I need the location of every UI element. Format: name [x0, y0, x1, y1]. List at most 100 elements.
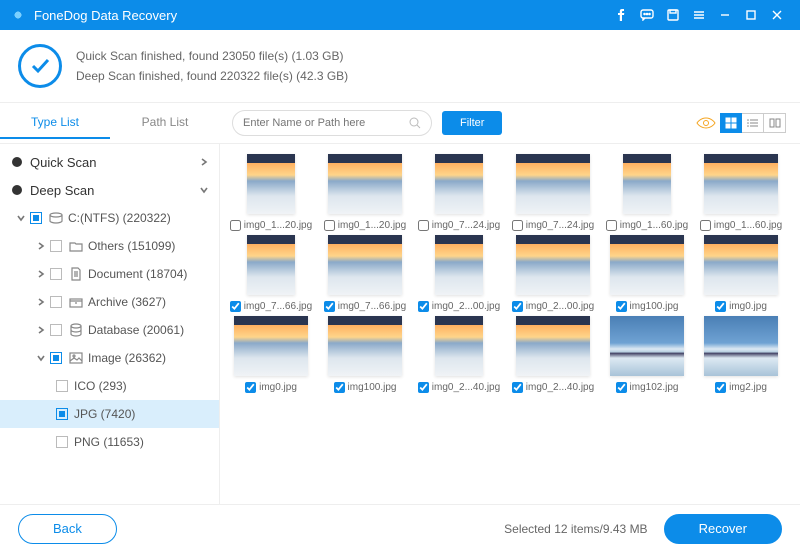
file-checkbox[interactable] — [418, 382, 429, 393]
recover-button[interactable]: Recover — [664, 514, 782, 544]
tree-database[interactable]: Database (20061) — [0, 316, 219, 344]
thumbnail[interactable] — [328, 316, 402, 376]
file-card[interactable]: img2.jpg — [696, 316, 786, 393]
tree-ico[interactable]: ICO (293) — [0, 372, 219, 400]
file-card[interactable]: img0_7...24.jpg — [508, 154, 598, 231]
thumbnail[interactable] — [516, 316, 590, 376]
file-checkbox[interactable] — [324, 220, 335, 231]
chevron-right-icon[interactable] — [34, 326, 48, 334]
chevron-down-icon[interactable] — [34, 354, 48, 362]
tree-archive[interactable]: Archive (3627) — [0, 288, 219, 316]
file-checkbox[interactable] — [418, 301, 429, 312]
tree-png[interactable]: PNG (11653) — [0, 428, 219, 456]
thumbnail[interactable] — [516, 154, 590, 214]
file-checkbox[interactable] — [616, 382, 627, 393]
tree-image[interactable]: Image (26362) — [0, 344, 219, 372]
file-name: img0_2...40.jpg — [526, 382, 594, 393]
file-card[interactable]: img102.jpg — [602, 316, 692, 393]
thumbnail[interactable] — [516, 235, 590, 295]
view-list-icon[interactable] — [742, 113, 764, 133]
thumbnail[interactable] — [704, 154, 778, 214]
file-card[interactable]: img0_7...24.jpg — [414, 154, 504, 231]
thumbnail[interactable] — [435, 316, 483, 376]
file-checkbox[interactable] — [512, 220, 523, 231]
view-detail-icon[interactable] — [764, 113, 786, 133]
scan-status: Quick Scan finished, found 23050 file(s)… — [0, 30, 800, 103]
back-button[interactable]: Back — [18, 514, 117, 544]
thumbnail[interactable] — [247, 235, 295, 295]
chevron-down-icon[interactable] — [14, 214, 28, 222]
file-card[interactable]: img0_1...60.jpg — [602, 154, 692, 231]
tree-jpg[interactable]: JPG (7420) — [0, 400, 219, 428]
tree-quick-scan[interactable]: Quick Scan — [0, 148, 219, 176]
view-grid-icon[interactable] — [720, 113, 742, 133]
file-checkbox[interactable] — [512, 301, 523, 312]
thumbnail[interactable] — [610, 235, 684, 295]
thumbnail-grid: img0_1...20.jpgimg0_1...20.jpgimg0_7...2… — [220, 144, 800, 504]
tree-deep-scan[interactable]: Deep Scan — [0, 176, 219, 204]
chevron-right-icon[interactable] — [197, 158, 211, 166]
thumbnail[interactable] — [610, 316, 684, 376]
deep-scan-status: Deep Scan finished, found 220322 file(s)… — [76, 66, 348, 86]
footer: Back Selected 12 items/9.43 MB Recover — [0, 504, 800, 552]
thumbnail[interactable] — [247, 154, 295, 214]
tab-type-list[interactable]: Type List — [0, 107, 110, 139]
file-checkbox[interactable] — [616, 301, 627, 312]
file-name: img0_1...60.jpg — [620, 220, 688, 231]
file-checkbox[interactable] — [334, 382, 345, 393]
file-checkbox[interactable] — [715, 301, 726, 312]
file-card[interactable]: img0_1...20.jpg — [320, 154, 410, 231]
file-card[interactable]: img100.jpg — [602, 235, 692, 312]
thumbnail[interactable] — [328, 235, 402, 295]
thumbnail[interactable] — [704, 316, 778, 376]
thumbnail[interactable] — [234, 316, 308, 376]
file-card[interactable]: img0_2...00.jpg — [508, 235, 598, 312]
file-checkbox[interactable] — [418, 220, 429, 231]
file-checkbox[interactable] — [230, 301, 241, 312]
chevron-down-icon[interactable] — [197, 186, 211, 194]
file-card[interactable]: img0_2...40.jpg — [508, 316, 598, 393]
feedback-icon[interactable] — [634, 4, 660, 26]
file-checkbox[interactable] — [245, 382, 256, 393]
chevron-right-icon[interactable] — [34, 242, 48, 250]
file-checkbox[interactable] — [230, 220, 241, 231]
chevron-right-icon[interactable] — [34, 270, 48, 278]
filter-button[interactable]: Filter — [442, 111, 502, 135]
file-card[interactable]: img0_2...00.jpg — [414, 235, 504, 312]
save-icon[interactable] — [660, 4, 686, 26]
file-card[interactable]: img0_2...40.jpg — [414, 316, 504, 393]
search-field[interactable] — [232, 110, 432, 136]
tree-document[interactable]: Document (18704) — [0, 260, 219, 288]
file-checkbox[interactable] — [512, 382, 523, 393]
thumbnail[interactable] — [704, 235, 778, 295]
file-card[interactable]: img0.jpg — [696, 235, 786, 312]
file-card[interactable]: img0.jpg — [226, 316, 316, 393]
file-name: img0.jpg — [729, 301, 767, 312]
facebook-icon[interactable] — [608, 4, 634, 26]
search-input[interactable] — [243, 117, 409, 129]
tree-drive[interactable]: C:(NTFS) (220322) — [0, 204, 219, 232]
chevron-right-icon[interactable] — [34, 298, 48, 306]
file-card[interactable]: img0_1...20.jpg — [226, 154, 316, 231]
tree-others[interactable]: Others (151099) — [0, 232, 219, 260]
file-card[interactable]: img0_1...60.jpg — [696, 154, 786, 231]
thumbnail[interactable] — [328, 154, 402, 214]
app-title: FoneDog Data Recovery — [34, 8, 608, 23]
close-icon[interactable] — [764, 4, 790, 26]
file-name: img0_7...66.jpg — [244, 301, 312, 312]
file-checkbox[interactable] — [700, 220, 711, 231]
file-card[interactable]: img100.jpg — [320, 316, 410, 393]
file-checkbox[interactable] — [715, 382, 726, 393]
tab-path-list[interactable]: Path List — [110, 107, 220, 139]
maximize-icon[interactable] — [738, 4, 764, 26]
file-checkbox[interactable] — [324, 301, 335, 312]
preview-icon[interactable] — [696, 116, 716, 130]
menu-icon[interactable] — [686, 4, 712, 26]
thumbnail[interactable] — [623, 154, 671, 214]
thumbnail[interactable] — [435, 235, 483, 295]
minimize-icon[interactable] — [712, 4, 738, 26]
thumbnail[interactable] — [435, 154, 483, 214]
file-card[interactable]: img0_7...66.jpg — [320, 235, 410, 312]
file-card[interactable]: img0_7...66.jpg — [226, 235, 316, 312]
file-checkbox[interactable] — [606, 220, 617, 231]
